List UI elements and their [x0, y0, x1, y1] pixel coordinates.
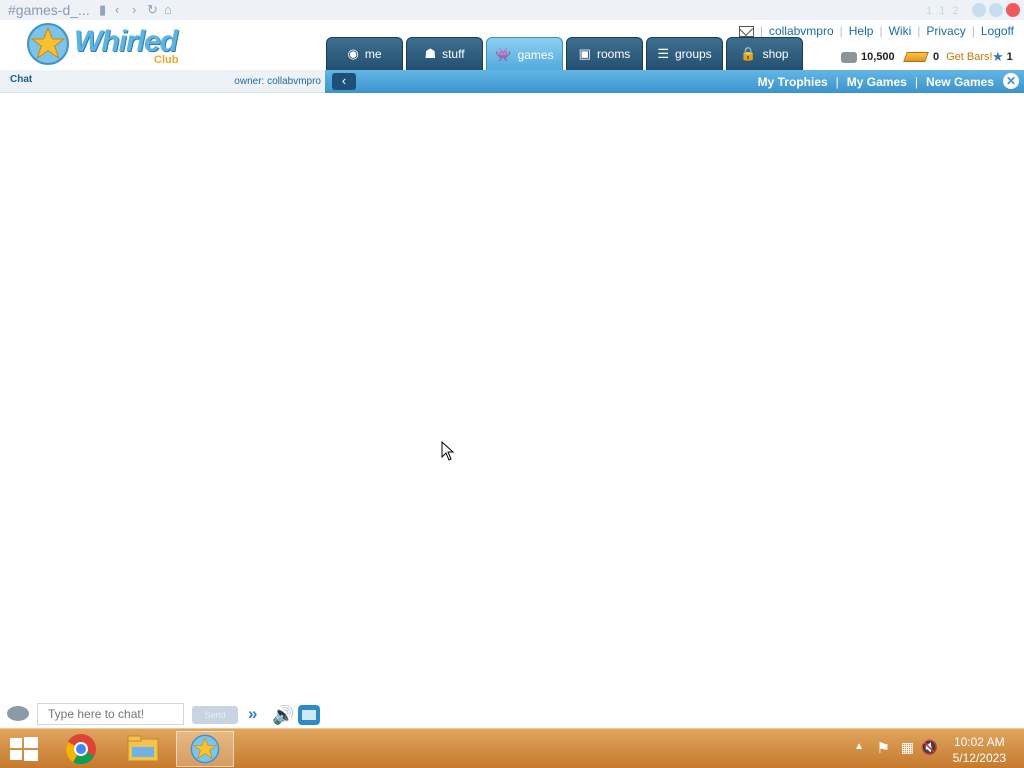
- new-games-link[interactable]: New Games: [926, 75, 994, 89]
- separator: |: [835, 75, 839, 89]
- envelope-icon[interactable]: [738, 25, 754, 37]
- show-hidden-icons-icon[interactable]: ▲: [854, 741, 864, 752]
- chrome-icon: [66, 734, 96, 765]
- clipboard-icon[interactable]: ▮: [99, 2, 106, 18]
- brand-sub: Club: [154, 54, 179, 66]
- chat-input-row: Send » 🔊: [0, 703, 330, 725]
- level-display: ★ 1: [992, 49, 1013, 65]
- fullscreen-icon[interactable]: [298, 705, 320, 725]
- window-title: #games-d_...: [8, 2, 90, 18]
- tab-stuff[interactable]: ☗ stuff: [406, 37, 483, 70]
- star-icon: [27, 23, 69, 65]
- privacy-link[interactable]: Privacy: [926, 24, 965, 38]
- coin-balance: 10,500: [841, 49, 895, 65]
- separator: |: [914, 75, 918, 89]
- volume-icon[interactable]: 🔊: [272, 705, 294, 726]
- whirled-logo[interactable]: Whirled Club: [26, 22, 186, 68]
- subnav-links: My Trophies | My Games | New Games: [758, 75, 994, 89]
- explorer-taskbar-button[interactable]: [114, 731, 172, 767]
- star-level-icon: ★: [992, 49, 1004, 64]
- groups-icon: ☰: [657, 46, 669, 61]
- chrome-taskbar-button[interactable]: [52, 731, 110, 767]
- tab-label: stuff: [442, 47, 465, 61]
- home-icon[interactable]: ⌂: [164, 2, 172, 17]
- tab-rooms[interactable]: ▣ rooms: [566, 37, 643, 70]
- reload-icon[interactable]: ↻: [147, 2, 158, 18]
- bar-balance: 0 Get Bars!: [903, 49, 993, 65]
- tab-shop[interactable]: 🔒 shop: [726, 37, 803, 70]
- forward-icon[interactable]: ›: [132, 2, 136, 17]
- taskbar: ▲ ⚑ ▦ 🔇 10:02 AM 5/12/2023: [0, 728, 1024, 768]
- screen: #games-d_... ▮ ‹ › ↻ ⌂ 1 1 2 Whirled Clu…: [0, 0, 1024, 768]
- network-icon[interactable]: ▦: [901, 739, 914, 756]
- maximize-button[interactable]: [989, 3, 1003, 17]
- expand-chat-icon[interactable]: »: [248, 704, 257, 724]
- tab-games[interactable]: 👾 games: [486, 37, 563, 71]
- username-link[interactable]: collabvmpro: [769, 24, 834, 38]
- wiki-link[interactable]: Wiki: [889, 24, 912, 38]
- action-center-flag-icon[interactable]: ⚑: [877, 739, 890, 757]
- tab-label: games: [517, 47, 554, 62]
- chat-bar: Chat owner: collabvmpro: [0, 70, 325, 93]
- bars-icon: [903, 52, 929, 62]
- logoff-link[interactable]: Logoff: [981, 24, 1014, 38]
- minimize-button[interactable]: [972, 3, 986, 17]
- chat-input[interactable]: [37, 703, 184, 725]
- shop-icon: 🔒: [740, 46, 757, 61]
- clock-time: 10:02 AM: [953, 735, 1005, 749]
- back-arrow-icon[interactable]: ‹: [332, 73, 356, 90]
- whirled-taskbar-button[interactable]: [176, 731, 234, 767]
- chat-label[interactable]: Chat: [10, 74, 32, 85]
- title-bar: #games-d_... ▮ ‹ › ↻ ⌂ 1 1 2: [0, 0, 1024, 20]
- main-content: [0, 94, 1024, 699]
- my-trophies-link[interactable]: My Trophies: [758, 75, 828, 89]
- volume-muted-icon[interactable]: 🔇: [921, 739, 938, 756]
- coins-icon: [841, 51, 857, 63]
- tab-me[interactable]: ◉ me: [326, 37, 403, 70]
- whirled-icon: [190, 734, 220, 764]
- tab-label: groups: [674, 47, 712, 61]
- coin-count: 10,500: [861, 51, 895, 63]
- send-button[interactable]: Send: [192, 706, 238, 724]
- get-bars-link[interactable]: Get Bars!: [946, 51, 992, 63]
- clock[interactable]: 10:02 AM 5/12/2023: [953, 734, 1006, 766]
- file-explorer-icon: [127, 735, 159, 762]
- chat-bubble-icon[interactable]: [7, 706, 29, 721]
- stuff-icon: ☗: [424, 46, 437, 61]
- owner-label: owner: collabvmpro: [234, 76, 321, 87]
- my-games-link[interactable]: My Games: [847, 75, 907, 89]
- close-button[interactable]: [1006, 3, 1020, 17]
- tab-label: me: [364, 47, 382, 61]
- tab-label: shop: [762, 47, 789, 61]
- close-icon[interactable]: ✕: [1003, 73, 1019, 89]
- clock-date: 5/12/2023: [952, 751, 1006, 765]
- rooms-icon: ▣: [578, 46, 591, 61]
- top-links: | collabvmpro | Help | Wiki | Privacy | …: [738, 24, 1014, 38]
- me-icon: ◉: [347, 46, 359, 61]
- windows-start-icon[interactable]: [10, 737, 38, 761]
- version-indicator: 1 1 2: [926, 5, 961, 17]
- help-link[interactable]: Help: [849, 24, 874, 38]
- tab-label: rooms: [596, 47, 631, 61]
- bar-count: 0: [933, 51, 940, 63]
- back-icon[interactable]: ‹: [115, 2, 119, 17]
- level-count: 1: [1006, 51, 1013, 63]
- mouse-cursor-icon: [441, 441, 455, 461]
- games-subnav: ‹ My Trophies | My Games | New Games ✕: [325, 70, 1024, 93]
- games-icon: 👾: [495, 46, 512, 62]
- tab-groups[interactable]: ☰ groups: [646, 37, 723, 70]
